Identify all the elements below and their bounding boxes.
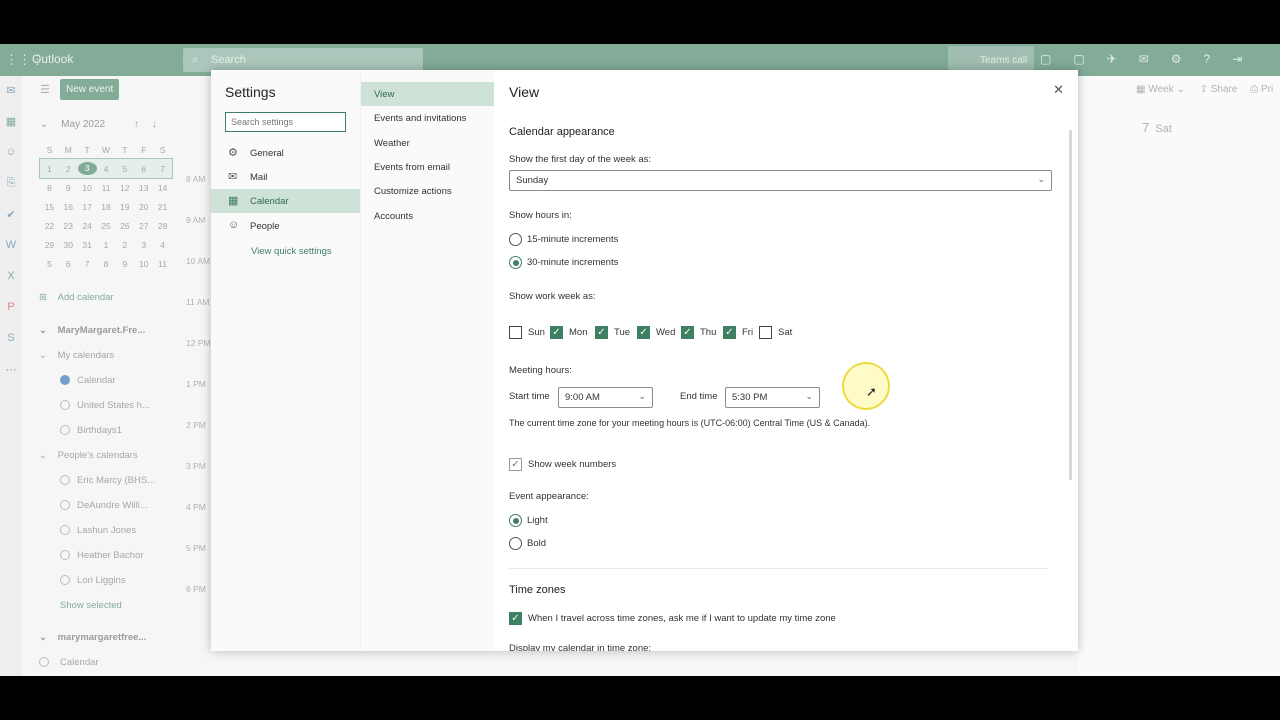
radio-bold[interactable]: Bold <box>509 537 546 551</box>
calendar-subcategories-pane: View Events and invitations Weather Even… <box>360 70 495 651</box>
checkbox-label: Thu <box>700 327 717 338</box>
subcategory-weather[interactable]: Weather <box>361 131 495 155</box>
category-label: Mail <box>250 172 268 183</box>
settings-scrollbar[interactable] <box>1069 130 1072 480</box>
display-timezone-label: Display my calendar in time zone: <box>509 643 652 651</box>
checkbox-label: Show week numbers <box>528 459 617 470</box>
checkbox-box <box>509 326 522 339</box>
settings-title: Settings <box>225 84 276 100</box>
subcategory-customize-actions[interactable]: Customize actions <box>361 179 495 203</box>
chevron-down-icon: ⌄ <box>1037 174 1045 184</box>
checkbox-label: Sat <box>778 327 793 338</box>
settings-dialog: Settings ⚙ General ✉ Mail ▦ Calendar ☺ Peopl… <box>211 70 1078 651</box>
meeting-hours-label: Meeting hours: <box>509 365 572 376</box>
category-people[interactable]: ☺ People <box>211 214 360 238</box>
first-day-value: Sunday <box>516 175 549 186</box>
category-label: People <box>250 221 280 232</box>
settings-categories-pane: Settings ⚙ General ✉ Mail ▦ Calendar ☺ Peopl… <box>211 70 360 651</box>
event-appearance-label: Event appearance: <box>509 491 589 502</box>
category-label: General <box>250 148 284 159</box>
people-icon: ☺ <box>228 219 240 231</box>
mouse-cursor-icon: ➚ <box>866 384 877 399</box>
checkbox-label: When I travel across time zones, ask me … <box>528 613 836 624</box>
checkbox-label: Fri <box>742 327 754 338</box>
checkmark-icon: ✓ <box>681 326 694 339</box>
checkbox-label: Mon <box>569 327 588 338</box>
day-checkbox-thu[interactable]: ✓ Thu <box>681 326 716 340</box>
outlook-app: ⋮⋮⋮ Outlook ⌕ Search Teams call ▢▢✈✉⚙?⇥ … <box>0 44 1280 676</box>
settings-search-input[interactable] <box>225 112 346 132</box>
radio-circle-selected <box>509 256 522 269</box>
day-checkbox-sat[interactable]: Sat <box>759 326 792 340</box>
day-checkbox-fri[interactable]: ✓ Fri <box>723 326 753 340</box>
checkmark-icon: ✓ <box>509 458 522 471</box>
day-checkbox-sun[interactable]: Sun <box>509 326 545 340</box>
mail-icon: ✉ <box>228 171 238 183</box>
first-day-dropdown[interactable]: Sunday ⌄ <box>509 170 1052 191</box>
first-day-label: Show the first day of the week as: <box>509 154 652 165</box>
end-time-value: 5:30 PM <box>732 392 768 403</box>
travel-timezone-checkbox[interactable]: ✓ When I travel across time zones, ask me… <box>509 612 836 626</box>
radio-15-minute[interactable]: 15-minute increments <box>509 233 618 247</box>
day-checkbox-mon[interactable]: ✓ Mon <box>550 326 587 340</box>
calendar-appearance-heading: Calendar appearance <box>509 126 615 138</box>
show-week-numbers-checkbox[interactable]: ✓ Show week numbers <box>509 458 616 472</box>
radio-label: 15-minute increments <box>527 234 619 245</box>
time-zones-heading: Time zones <box>509 584 566 596</box>
radio-label: Bold <box>527 538 547 549</box>
radio-circle-selected <box>509 514 522 527</box>
subcategory-accounts[interactable]: Accounts <box>361 204 495 228</box>
checkbox-label: Wed <box>656 327 676 338</box>
day-checkbox-wed[interactable]: ✓ Wed <box>637 326 675 340</box>
radio-circle <box>509 233 522 246</box>
view-settings-pane: View ✕ Calendar appearance Show the firs… <box>494 70 1078 651</box>
radio-circle <box>509 537 522 550</box>
checkmark-icon: ✓ <box>595 326 608 339</box>
timezone-note: The current time zone for your meeting h… <box>509 418 871 428</box>
day-checkbox-tue[interactable]: ✓ Tue <box>595 326 630 340</box>
category-general[interactable]: ⚙ General <box>211 141 360 165</box>
subcategory-events-invitations[interactable]: Events and invitations <box>361 106 495 130</box>
checkmark-icon: ✓ <box>723 326 736 339</box>
radio-label: 30-minute increments <box>527 257 619 268</box>
checkbox-label: Tue <box>614 327 631 338</box>
work-week-label: Show work week as: <box>509 291 596 302</box>
end-time-dropdown[interactable]: 5:30 PM ⌄ <box>725 387 820 408</box>
checkmark-icon: ✓ <box>637 326 650 339</box>
category-mail[interactable]: ✉ Mail <box>211 165 360 189</box>
gear-icon: ⚙ <box>228 147 238 159</box>
show-hours-label: Show hours in: <box>509 210 572 221</box>
close-icon[interactable]: ✕ <box>1053 82 1064 98</box>
subcategory-view[interactable]: View <box>361 82 495 106</box>
start-time-value: 9:00 AM <box>565 392 600 403</box>
radio-label: Light <box>527 515 548 526</box>
checkbox-label: Sun <box>528 327 545 338</box>
section-divider <box>509 568 1049 569</box>
category-calendar[interactable]: ▦ Calendar <box>211 189 360 213</box>
checkbox-box <box>759 326 772 339</box>
chevron-down-icon: ⌄ <box>638 391 646 401</box>
subcategory-events-from-email[interactable]: Events from email <box>361 155 495 179</box>
checkmark-icon: ✓ <box>550 326 563 339</box>
view-quick-settings-link[interactable]: View quick settings <box>251 246 332 257</box>
checkmark-icon: ✓ <box>509 612 522 625</box>
end-time-label: End time <box>680 391 718 402</box>
start-time-label: Start time <box>509 391 550 402</box>
radio-30-minute[interactable]: 30-minute increments <box>509 256 618 270</box>
calendar-icon: ▦ <box>228 195 239 207</box>
start-time-dropdown[interactable]: 9:00 AM ⌄ <box>558 387 653 408</box>
view-title: View <box>509 84 540 100</box>
category-label: Calendar <box>250 196 289 207</box>
radio-light[interactable]: Light <box>509 514 548 528</box>
chevron-down-icon: ⌄ <box>805 391 813 401</box>
